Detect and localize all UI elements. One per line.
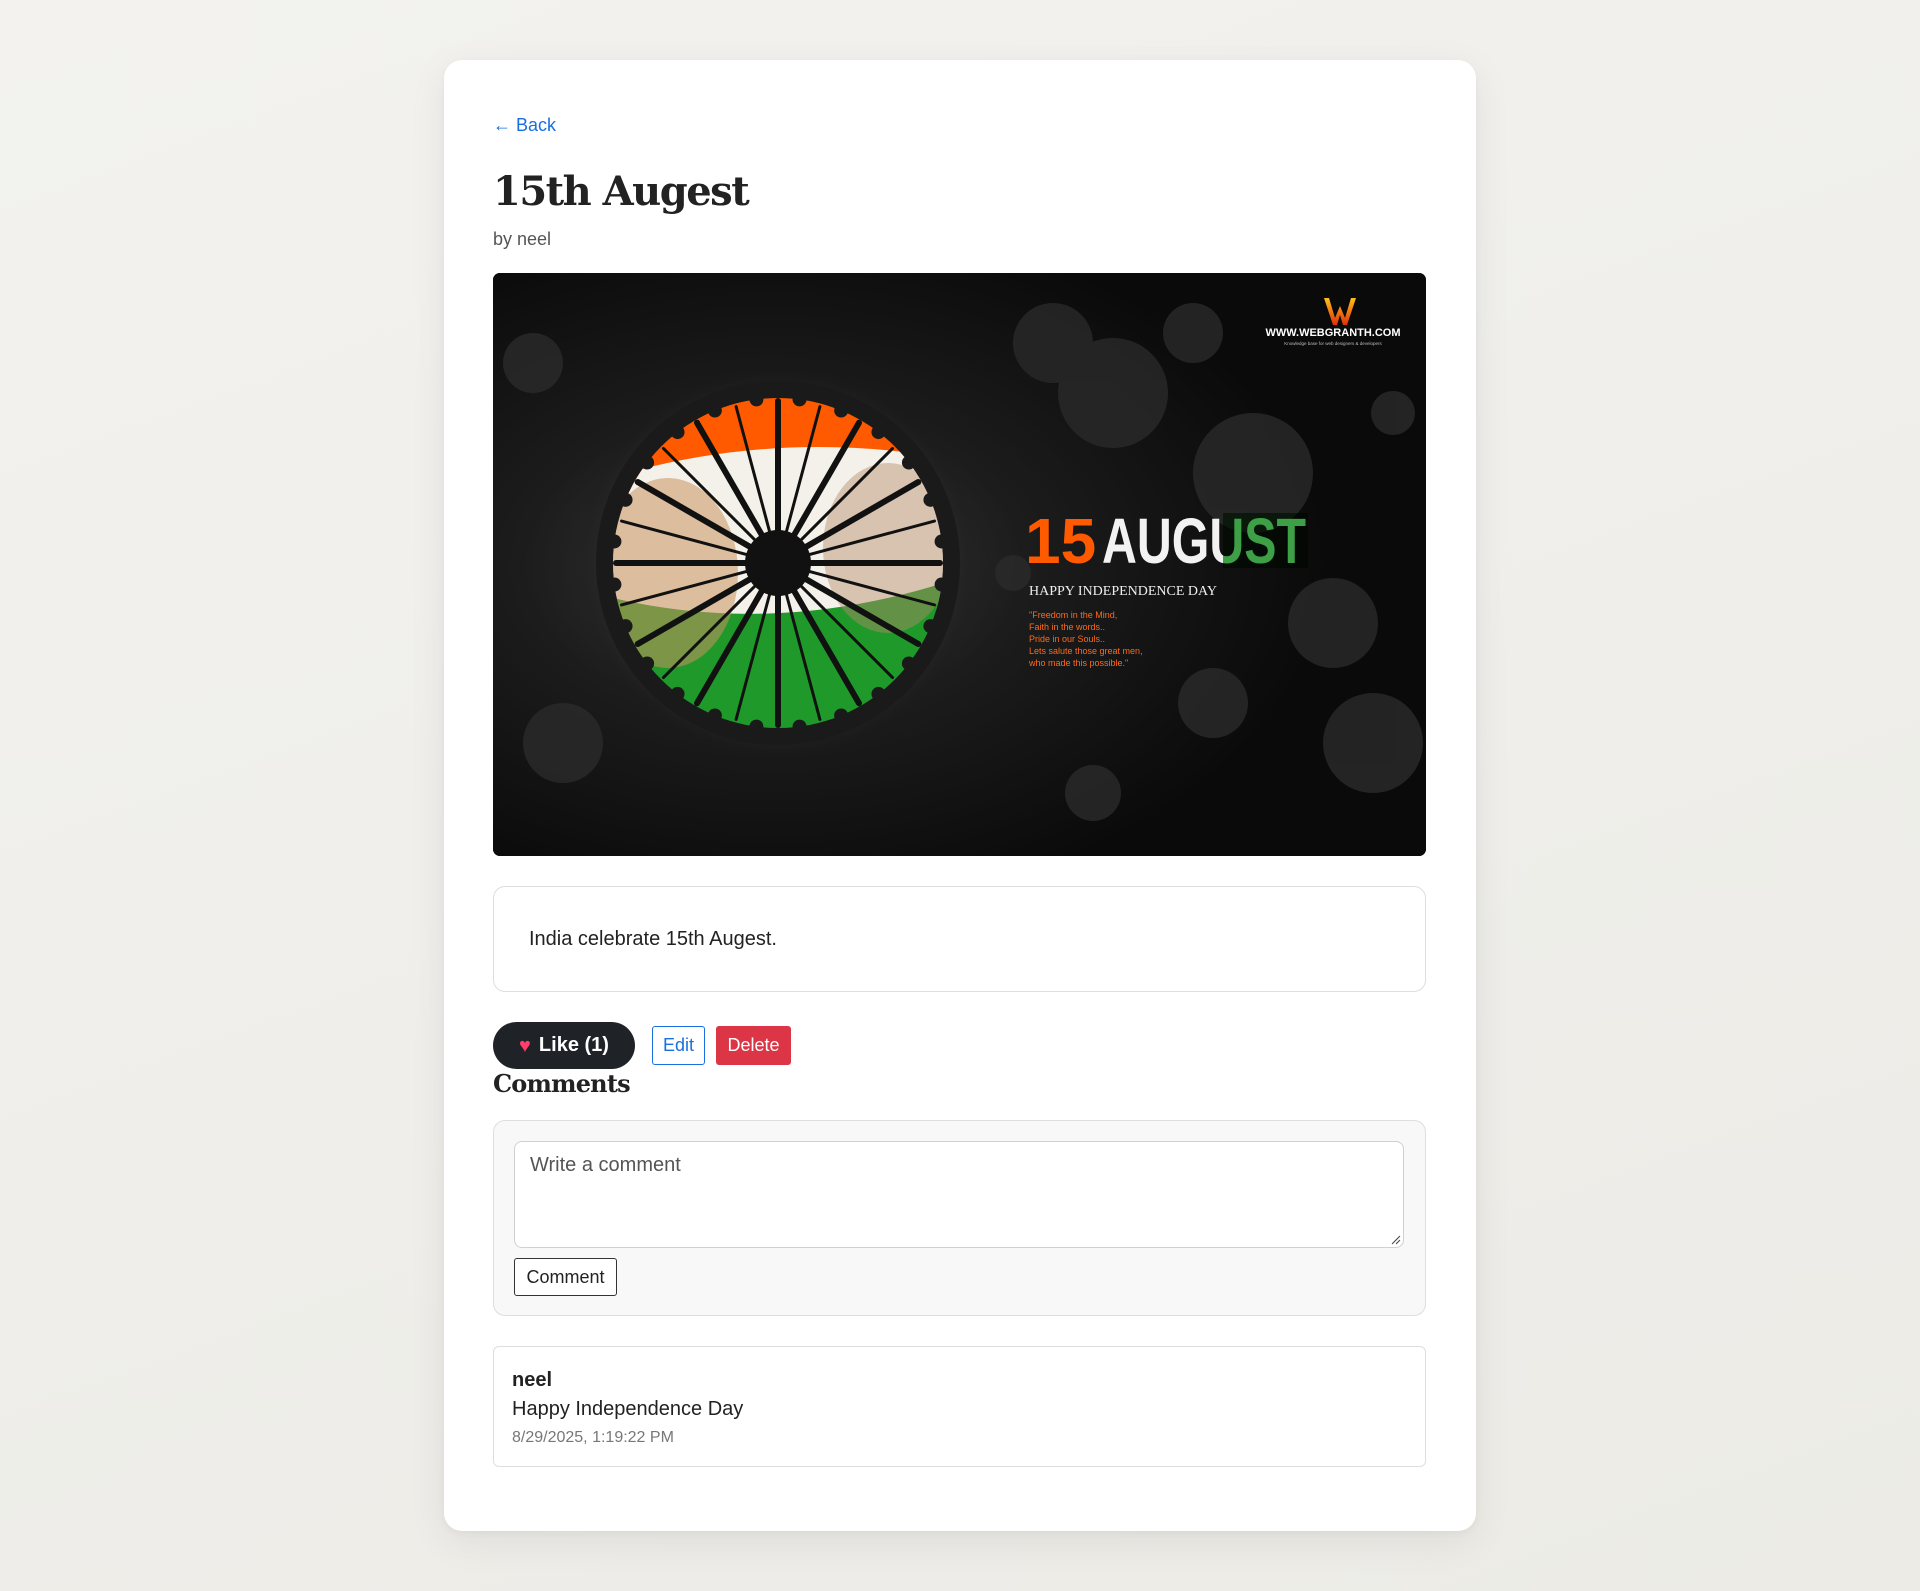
comments-heading: Comments <box>493 1069 631 1098</box>
comment-timestamp: 8/29/2025, 1:19:22 PM <box>512 1429 674 1446</box>
comment-author: neel <box>512 1369 553 1391</box>
back-link[interactable]: ← Back <box>493 115 556 136</box>
svg-text:HAPPY INDEPENDENCE DAY: HAPPY INDEPENDENCE DAY <box>1029 584 1217 599</box>
svg-text:Lets salute those great men,: Lets salute those great men, <box>1029 646 1143 656</box>
resize-grip-icon[interactable] <box>1391 1235 1401 1245</box>
post-byline: by neel <box>493 229 552 249</box>
post-body-text: India celebrate 15th Augest. <box>529 927 777 950</box>
post-card: ← Back 15th Augest by neel WWW.WEBGRANTH… <box>444 60 1476 1531</box>
svg-text:15: 15 <box>1025 505 1096 577</box>
svg-text:Faith in the words..: Faith in the words.. <box>1029 622 1105 632</box>
comment-text: Happy Independence Day <box>512 1398 744 1420</box>
svg-text:"Freedom in the Mind,: "Freedom in the Mind, <box>1029 610 1117 620</box>
comment-item: neel Happy Independence Day 8/29/2025, 1… <box>493 1346 1426 1467</box>
svg-text:who made this possible.": who made this possible." <box>1028 658 1128 668</box>
comment-form: Comment <box>493 1120 1426 1316</box>
heart-icon: ♥ <box>519 1034 531 1057</box>
post-title: 15th Augest <box>493 168 750 215</box>
post-body: India celebrate 15th Augest. <box>493 886 1426 992</box>
like-button[interactable]: ♥ Like (1) <box>493 1022 635 1069</box>
svg-text:WWW.WEBGRANTH.COM: WWW.WEBGRANTH.COM <box>1265 327 1400 339</box>
like-label: Like (1) <box>538 1034 609 1056</box>
svg-text:Pride in our Souls..: Pride in our Souls.. <box>1029 634 1105 644</box>
post-image: WWW.WEBGRANTH.COM Knowledge base for web… <box>493 273 1426 856</box>
svg-text:Knowledge base for web designe: Knowledge base for web designers & devel… <box>1284 341 1382 346</box>
delete-button[interactable]: Delete <box>716 1026 791 1065</box>
edit-button[interactable]: Edit <box>652 1026 705 1065</box>
comment-submit-button[interactable]: Comment <box>514 1258 617 1296</box>
comment-input[interactable] <box>514 1141 1404 1248</box>
